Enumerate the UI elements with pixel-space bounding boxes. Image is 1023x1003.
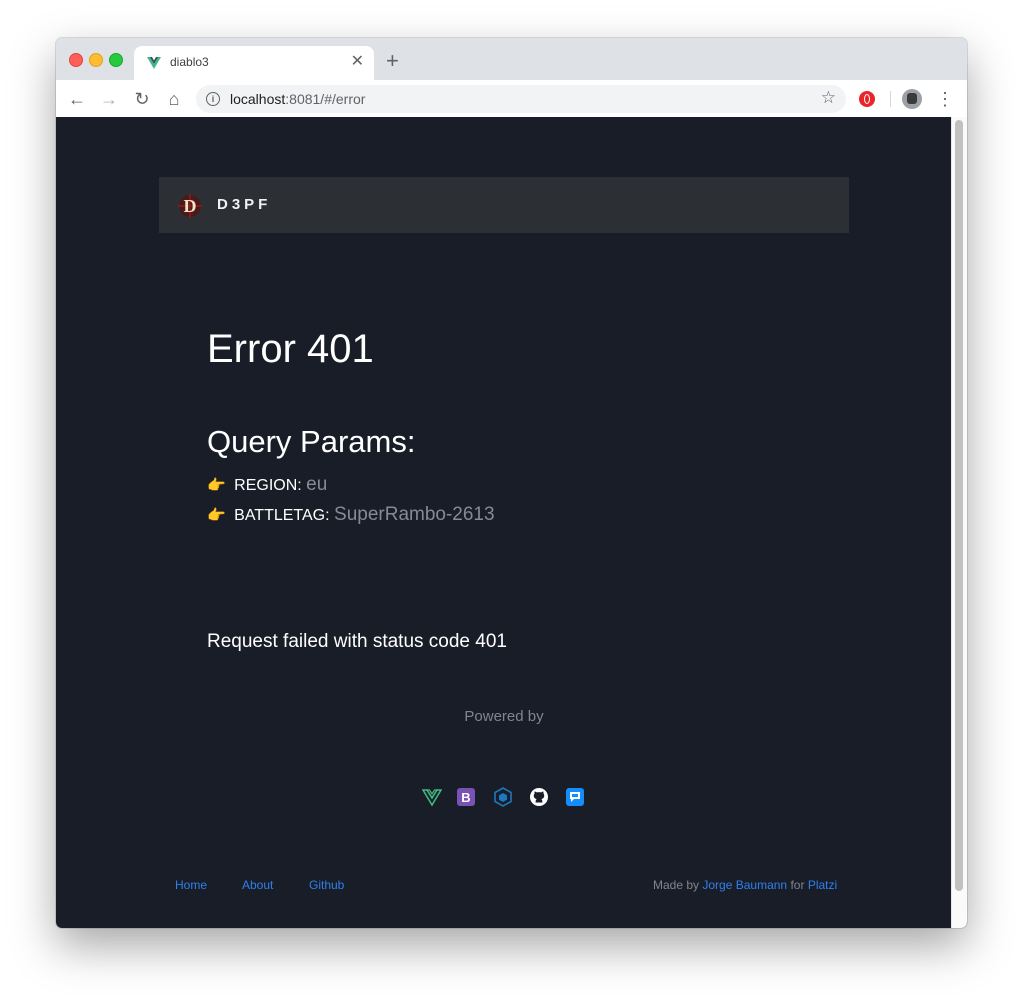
param-label: BATTLETAG:	[234, 507, 330, 524]
diablo-logo-icon[interactable]: D	[176, 192, 204, 220]
svg-text:D: D	[184, 196, 197, 216]
param-region: 👉 REGION: eu	[207, 474, 327, 496]
toolbar-divider	[890, 91, 891, 107]
github-icon[interactable]	[529, 787, 549, 807]
page-title: Error 401	[207, 327, 374, 371]
platzi-link[interactable]: Platzi	[808, 878, 837, 892]
scrollbar-thumb[interactable]	[955, 120, 963, 891]
opera-extension-icon[interactable]	[859, 91, 875, 107]
plus-icon[interactable]: +	[386, 50, 399, 72]
brand-name[interactable]: D3PF	[217, 196, 271, 213]
param-battletag: 👉 BATTLETAG: SuperRambo-2613	[207, 504, 495, 526]
blizzard-icon[interactable]	[565, 787, 585, 807]
footer-link-github[interactable]: Github	[309, 878, 344, 892]
browser-window: diablo3 ✕ + ← → ↻ ⌂ i localhost:8081/#/e…	[56, 38, 967, 928]
navbar: D D3PF	[159, 177, 849, 233]
footer-link-home[interactable]: Home	[175, 878, 207, 892]
bookmark-star-icon[interactable]: ☆	[821, 88, 836, 108]
vue-icon	[147, 57, 161, 69]
reload-icon[interactable]: ↻	[131, 88, 153, 110]
footer-link-about[interactable]: About	[242, 878, 273, 892]
svg-text:B: B	[461, 790, 470, 805]
url-text[interactable]: localhost:8081/#/error	[230, 91, 365, 107]
powered-by-label: Powered by	[464, 708, 544, 725]
forward-arrow-icon[interactable]: →	[98, 88, 120, 110]
author-link[interactable]: Jorge Baumann	[702, 878, 787, 892]
vertical-scrollbar[interactable]	[951, 117, 967, 928]
made-by-credit: Made by Jorge Baumann for Platzi	[653, 878, 838, 892]
profile-avatar[interactable]	[902, 89, 922, 109]
pointing-hand-icon: 👉	[207, 477, 226, 494]
error-message: Request failed with status code 401	[207, 631, 507, 652]
param-label: REGION:	[234, 477, 302, 494]
close-icon[interactable]: ✕	[351, 53, 364, 71]
browser-toolbar: ← → ↻ ⌂ i localhost:8081/#/error ☆ ⋮	[56, 80, 967, 118]
page-viewport: D D3PF Error 401 Query Params: 👉 REGION:…	[56, 117, 967, 928]
back-arrow-icon[interactable]: ←	[66, 88, 88, 110]
address-bar[interactable]: i localhost:8081/#/error ☆	[196, 85, 846, 113]
home-icon[interactable]: ⌂	[163, 88, 185, 110]
window-maximize-button[interactable]	[109, 53, 123, 67]
query-params-heading: Query Params:	[207, 424, 416, 459]
pointing-hand-icon: 👉	[207, 507, 226, 524]
menu-kebab-icon[interactable]: ⋮	[936, 88, 954, 110]
window-close-button[interactable]	[69, 53, 83, 67]
tab-strip: diablo3 ✕ +	[56, 38, 967, 80]
browser-tab[interactable]: diablo3 ✕	[134, 46, 374, 80]
tab-title: diablo3	[170, 55, 209, 69]
param-value: eu	[306, 474, 328, 495]
param-value: SuperRambo-2613	[334, 504, 495, 525]
bootstrap-icon[interactable]: B	[456, 787, 476, 807]
vue-icon[interactable]	[422, 787, 442, 807]
window-minimize-button[interactable]	[89, 53, 103, 67]
info-icon[interactable]: i	[206, 92, 220, 106]
webpack-icon[interactable]	[493, 787, 513, 807]
